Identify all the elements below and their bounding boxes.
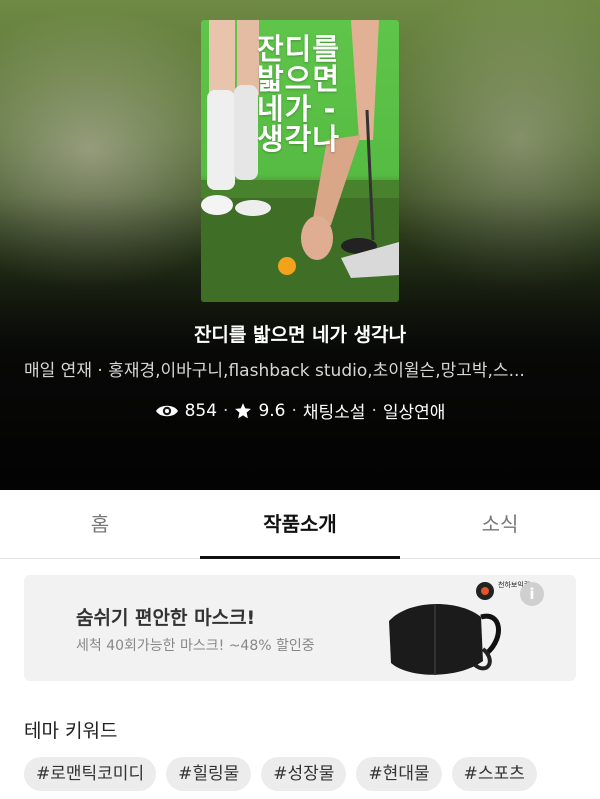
view-count: 854 — [184, 400, 218, 421]
eye-icon — [155, 403, 179, 419]
separator: · — [291, 400, 297, 421]
mask-product-image — [389, 603, 501, 675]
genre-label: 채팅소설 — [302, 403, 366, 423]
cover-image[interactable]: 잔디를 밟으면 네가 - 생각나 — [201, 20, 399, 302]
keyword-chip[interactable]: #로맨틱코미디 — [24, 757, 157, 791]
keyword-chip[interactable]: #현대물 — [356, 757, 442, 791]
theme-keywords-heading: 테마 키워드 — [24, 720, 118, 742]
ad-title: 숨쉬기 편안한 마스크! — [76, 607, 256, 629]
ad-info-icon[interactable]: i — [520, 582, 544, 606]
work-title: 잔디를 밟으면 네가 생각나 — [193, 324, 407, 346]
ad-banner[interactable]: 숨쉬기 편안한 마스크! 세척 40회가능한 마스크! ~48% 할인중 천하보… — [24, 575, 576, 681]
brand-logo-icon — [476, 582, 494, 600]
tab-news[interactable]: 소식 — [400, 490, 600, 558]
ad-subtitle: 세척 40회가능한 마스크! ~48% 할인중 — [76, 638, 315, 654]
tab-home[interactable]: 홈 — [0, 490, 200, 558]
tab-bar: 홈 작품소개 소식 — [0, 490, 600, 559]
tab-work-intro[interactable]: 작품소개 — [200, 490, 400, 559]
hero-section: 잔디를 밟으면 네가 - 생각나 잔디를 밟으면 네가 생각나 매일 연재 · … — [0, 0, 600, 490]
keyword-chip[interactable]: #스포츠 — [451, 757, 537, 791]
star-icon — [234, 402, 252, 420]
stats-row: 854 · 9.6 · 채팅소설 · 일상연애 — [0, 398, 600, 423]
subgenre-label: 일상연애 — [382, 403, 446, 423]
rating: 9.6 — [258, 400, 286, 421]
keyword-chip[interactable]: #힐링물 — [166, 757, 252, 791]
keyword-chip[interactable]: #성장물 — [261, 757, 347, 791]
work-meta: 매일 연재 · 홍재경,이바구니,flashback studio,초이윌슨,망… — [24, 361, 525, 381]
separator: · — [371, 400, 377, 421]
cover-title: 잔디를 밟으면 네가 - 생각나 — [257, 32, 341, 156]
keyword-chip-list: #로맨틱코미디 #힐링물 #성장물 #현대물 #스포츠 — [24, 757, 584, 791]
separator: · — [223, 400, 229, 421]
